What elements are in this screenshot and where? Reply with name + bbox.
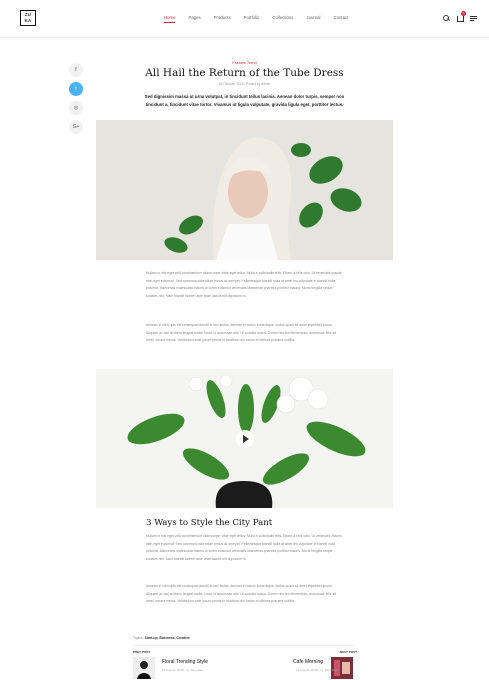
prev-post-meta: 16 August, 2018 - by John Doe	[162, 668, 204, 672]
post-category[interactable]: Fashion Trend	[0, 61, 489, 65]
divider	[133, 645, 355, 646]
play-icon[interactable]	[236, 430, 254, 448]
nav-journal[interactable]: Journal	[306, 15, 320, 20]
tags-label: Topics:	[133, 636, 144, 640]
next-post-label: NEXT POST	[340, 650, 358, 654]
post-title: All Hail the Return of the Tube Dress	[145, 67, 344, 79]
paragraph-2: Aenean in nibh quis elit consequat bland…	[146, 323, 336, 342]
nav-portfolio[interactable]: Portfolio	[244, 15, 260, 20]
hero-image	[96, 120, 393, 260]
nav-collections[interactable]: Collections	[272, 15, 293, 20]
nav-pages[interactable]: Pages	[188, 15, 200, 20]
post-lead: Sed dignissim massa ut urna volutpat, in…	[144, 94, 345, 107]
nav-products[interactable]: Products	[214, 15, 231, 20]
nav-home[interactable]: Home	[164, 15, 176, 23]
tags-list[interactable]: Start-up, Business, Creative	[145, 636, 190, 640]
paragraph-3: Nullam in nisi eget velit condimentum ul…	[146, 534, 342, 561]
cart-count-badge: 0	[461, 11, 466, 16]
paragraph-1: Nullam in nisi eget velit condimentum ul…	[146, 271, 342, 298]
video-thumbnail[interactable]	[96, 369, 393, 508]
section-heading: 3 Ways to Style the City Pant	[146, 518, 273, 528]
prev-post-title[interactable]: Floral Trending Style	[162, 659, 208, 665]
search-icon[interactable]	[442, 14, 450, 22]
paragraph-4: Aenean in nibh quis elit consequat bland…	[146, 584, 336, 603]
menu-icon[interactable]	[470, 14, 478, 22]
site-logo[interactable]: ZU KA	[20, 10, 36, 26]
post-tags: Topics: Start-up, Business, Creative	[133, 636, 190, 640]
instagram-share-icon[interactable]: ◎	[69, 101, 83, 115]
header-actions: 0	[442, 11, 478, 22]
next-post-meta: 16 August, 2018 - by John Doe	[296, 668, 338, 672]
prev-post-thumbnail[interactable]	[133, 657, 155, 679]
googleplus-share-icon[interactable]: G+	[69, 120, 83, 134]
post-meta: 16 October, 2018 - Posted by Admin	[218, 82, 271, 86]
site-header: ZU KA Home Pages Products Portfolio Coll…	[0, 0, 489, 38]
main-nav: Home Pages Products Portfolio Collection…	[164, 15, 349, 23]
cart-icon[interactable]: 0	[456, 11, 466, 22]
nav-contact[interactable]: Contact	[334, 15, 349, 20]
prev-post-label: PREV POST	[133, 650, 151, 654]
next-post-title[interactable]: Cafe Morning	[293, 659, 323, 665]
